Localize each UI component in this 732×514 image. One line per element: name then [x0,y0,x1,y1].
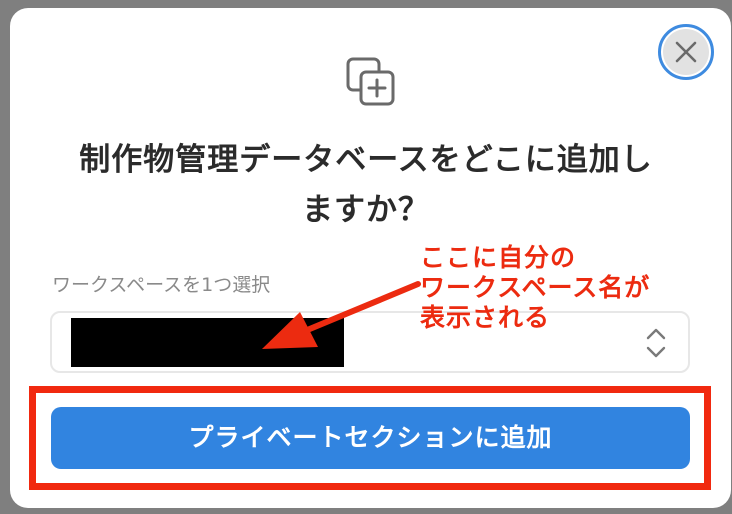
redacted-workspace-name [71,318,344,367]
annotation-line-2: ワークスペース名が [420,273,651,302]
workspace-select-label: ワークスペースを1つ選択 [52,274,271,296]
dialog-title-line-2: ますか？ [302,192,430,228]
annotation-line-1: ここに自分の [420,243,577,272]
close-icon [675,41,697,63]
annotation-text: ここに自分の ワークスペース名が 表示される [420,243,720,333]
dialog-title-line-1: 制作物管理データベースをどこに追加し [79,142,653,178]
add-to-private-section-button[interactable]: プライベートセクションに追加 [51,407,690,469]
screen: 制作物管理データベースをどこに追加し ますか？ ワークスペースを1つ選択 ここに… [0,0,732,514]
close-button[interactable] [658,24,714,80]
annotation-line-3: 表示される [420,303,551,332]
duplicate-plus-icon [346,57,395,106]
dialog-title: 制作物管理データベースをどこに追加し ますか？ [40,135,692,235]
